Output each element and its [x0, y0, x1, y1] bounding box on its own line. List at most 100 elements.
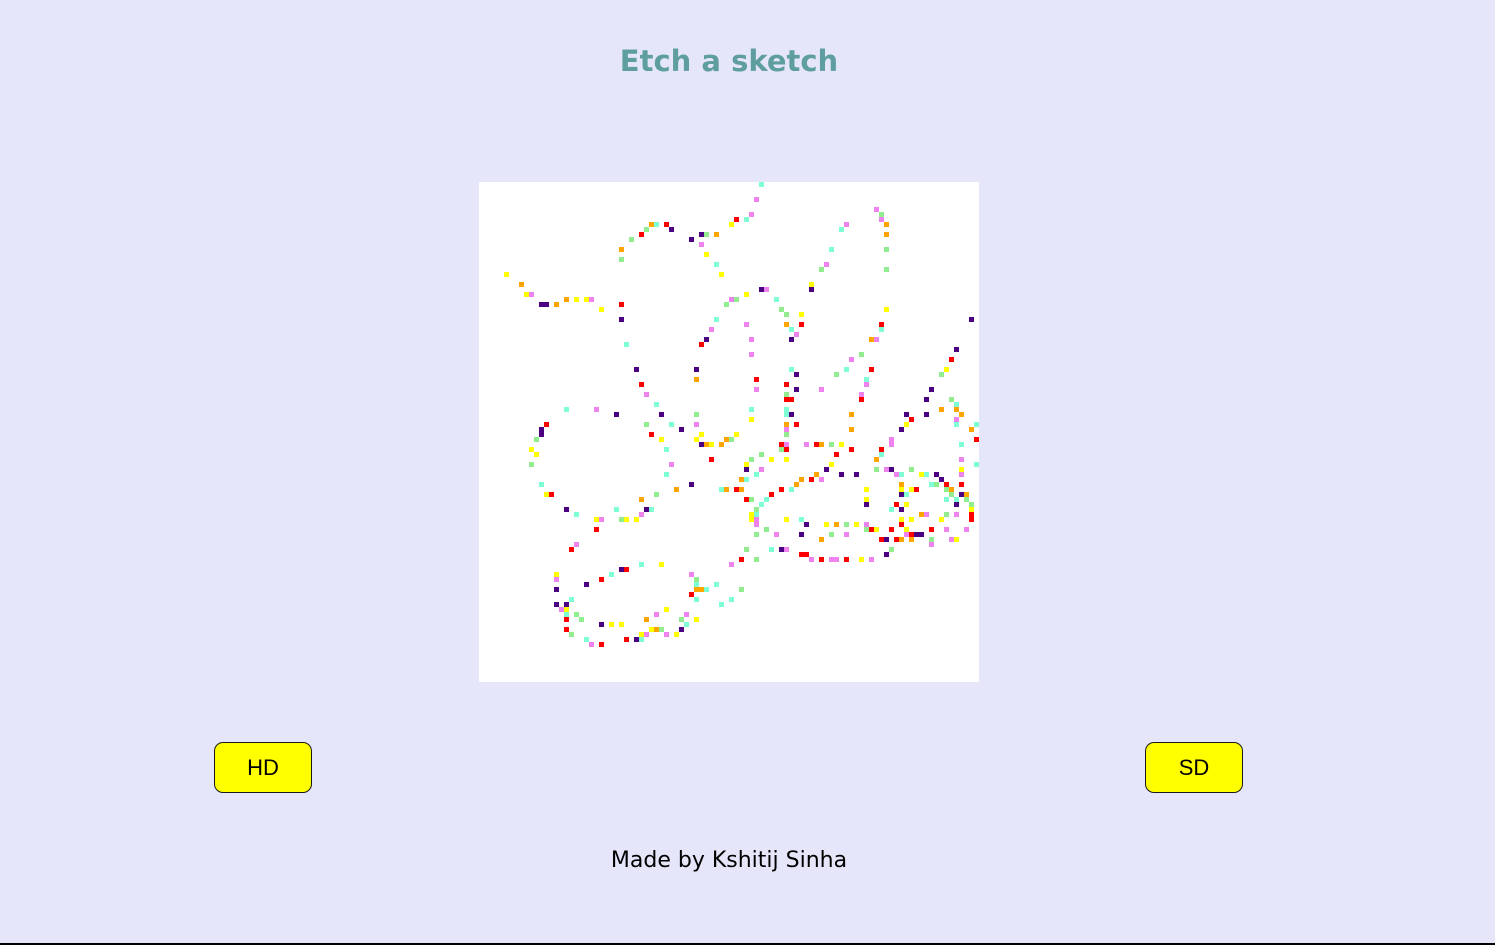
sketch-pixel — [689, 237, 694, 242]
sketch-pixel — [929, 387, 934, 392]
sketch-pixel — [644, 617, 649, 622]
sketch-pixel — [884, 467, 889, 472]
sketch-pixel — [964, 527, 969, 532]
sketch-pixel — [909, 517, 914, 522]
sketch-pixel — [739, 587, 744, 592]
sketch-pixel — [519, 282, 524, 287]
sketch-pixel — [904, 412, 909, 417]
sketch-pixel — [784, 457, 789, 462]
sketch-pixel — [554, 602, 559, 607]
sketch-pixel — [969, 517, 974, 522]
sketch-pixel — [669, 462, 674, 467]
sketch-pixel — [864, 487, 869, 492]
sketch-pixel — [749, 212, 754, 217]
sketch-pixel — [954, 417, 959, 422]
sketch-pixel — [829, 247, 834, 252]
sketch-pixel — [874, 457, 879, 462]
sketch-pixel — [714, 262, 719, 267]
sketch-pixel — [749, 352, 754, 357]
sketch-pixel — [644, 507, 649, 512]
sketch-pixel — [554, 587, 559, 592]
sketch-pixel — [744, 467, 749, 472]
sketch-pixel — [674, 487, 679, 492]
sketch-pixel — [949, 492, 954, 497]
sketch-pixel — [779, 447, 784, 452]
sketch-pixel — [689, 592, 694, 597]
sketch-pixel — [619, 622, 624, 627]
sketch-pixel — [569, 547, 574, 552]
sketch-pixel — [794, 372, 799, 377]
sketch-pixel — [769, 547, 774, 552]
sketch-pixel — [539, 427, 544, 432]
sketch-pixel — [974, 437, 979, 442]
sketch-pixel — [929, 537, 934, 542]
sketch-pixel — [619, 317, 624, 322]
sketch-pixel — [949, 537, 954, 542]
sketch-pixel — [754, 522, 759, 527]
sketch-pixel — [959, 472, 964, 477]
sketch-pixel — [789, 327, 794, 332]
sketch-pixel — [784, 397, 789, 402]
sketch-pixel — [749, 407, 754, 412]
sketch-pixel — [889, 507, 894, 512]
sketch-pixel — [709, 457, 714, 462]
sketch-pixel — [734, 217, 739, 222]
sketch-pixel — [759, 467, 764, 472]
sketch-pixel — [544, 492, 549, 497]
sketch-pixel — [564, 297, 569, 302]
sketch-pixel — [659, 627, 664, 632]
sketch-pixel — [699, 432, 704, 437]
sketch-pixel — [804, 552, 809, 557]
sketch-pixel — [759, 182, 764, 187]
sketch-pixel — [739, 477, 744, 482]
sketch-pixel — [559, 607, 564, 612]
sketch-pixel — [554, 572, 559, 577]
sketch-pixel — [714, 582, 719, 587]
hd-button[interactable]: HD — [214, 742, 312, 793]
sketch-pixel — [824, 522, 829, 527]
sketch-pixel — [754, 512, 759, 517]
sketch-pixel — [744, 462, 749, 467]
sketch-pixel — [524, 292, 529, 297]
sketch-pixel — [659, 562, 664, 567]
sketch-pixel — [534, 437, 539, 442]
sketch-pixel — [794, 387, 799, 392]
sketch-pixel — [564, 612, 569, 617]
sketch-board[interactable] — [479, 182, 979, 682]
sketch-pixel — [699, 342, 704, 347]
sketch-pixel — [879, 452, 884, 457]
sketch-pixel — [644, 422, 649, 427]
sketch-pixel — [614, 412, 619, 417]
sketch-pixel — [624, 342, 629, 347]
sketch-pixel — [949, 397, 954, 402]
sketch-pixel — [634, 517, 639, 522]
sketch-pixel — [954, 537, 959, 542]
sketch-pixel — [654, 492, 659, 497]
sketch-pixel — [679, 427, 684, 432]
sketch-pixel — [549, 492, 554, 497]
sketch-pixel — [749, 517, 754, 522]
sketch-pixel — [734, 487, 739, 492]
sketch-pixel — [969, 507, 974, 512]
sketch-pixel — [639, 382, 644, 387]
sketch-pixel — [564, 602, 569, 607]
sketch-pixel — [769, 492, 774, 497]
sketch-pixel — [834, 522, 839, 527]
sketch-pixel — [834, 557, 839, 562]
sketch-pixel — [919, 512, 924, 517]
sketch-pixel — [799, 517, 804, 522]
sketch-pixel — [664, 472, 669, 477]
sketch-pixel — [784, 447, 789, 452]
sketch-pixel — [759, 502, 764, 507]
sd-button[interactable]: SD — [1145, 742, 1243, 793]
sketch-pixel — [729, 562, 734, 567]
sketch-pixel — [634, 637, 639, 642]
sketch-pixel — [859, 397, 864, 402]
sketch-pixel — [784, 547, 789, 552]
sketch-pixel — [939, 407, 944, 412]
sketch-pixel — [699, 242, 704, 247]
sketch-pixel — [864, 502, 869, 507]
sketch-pixel — [879, 447, 884, 452]
sketch-drawing[interactable] — [479, 182, 979, 682]
sketch-pixel — [829, 442, 834, 447]
